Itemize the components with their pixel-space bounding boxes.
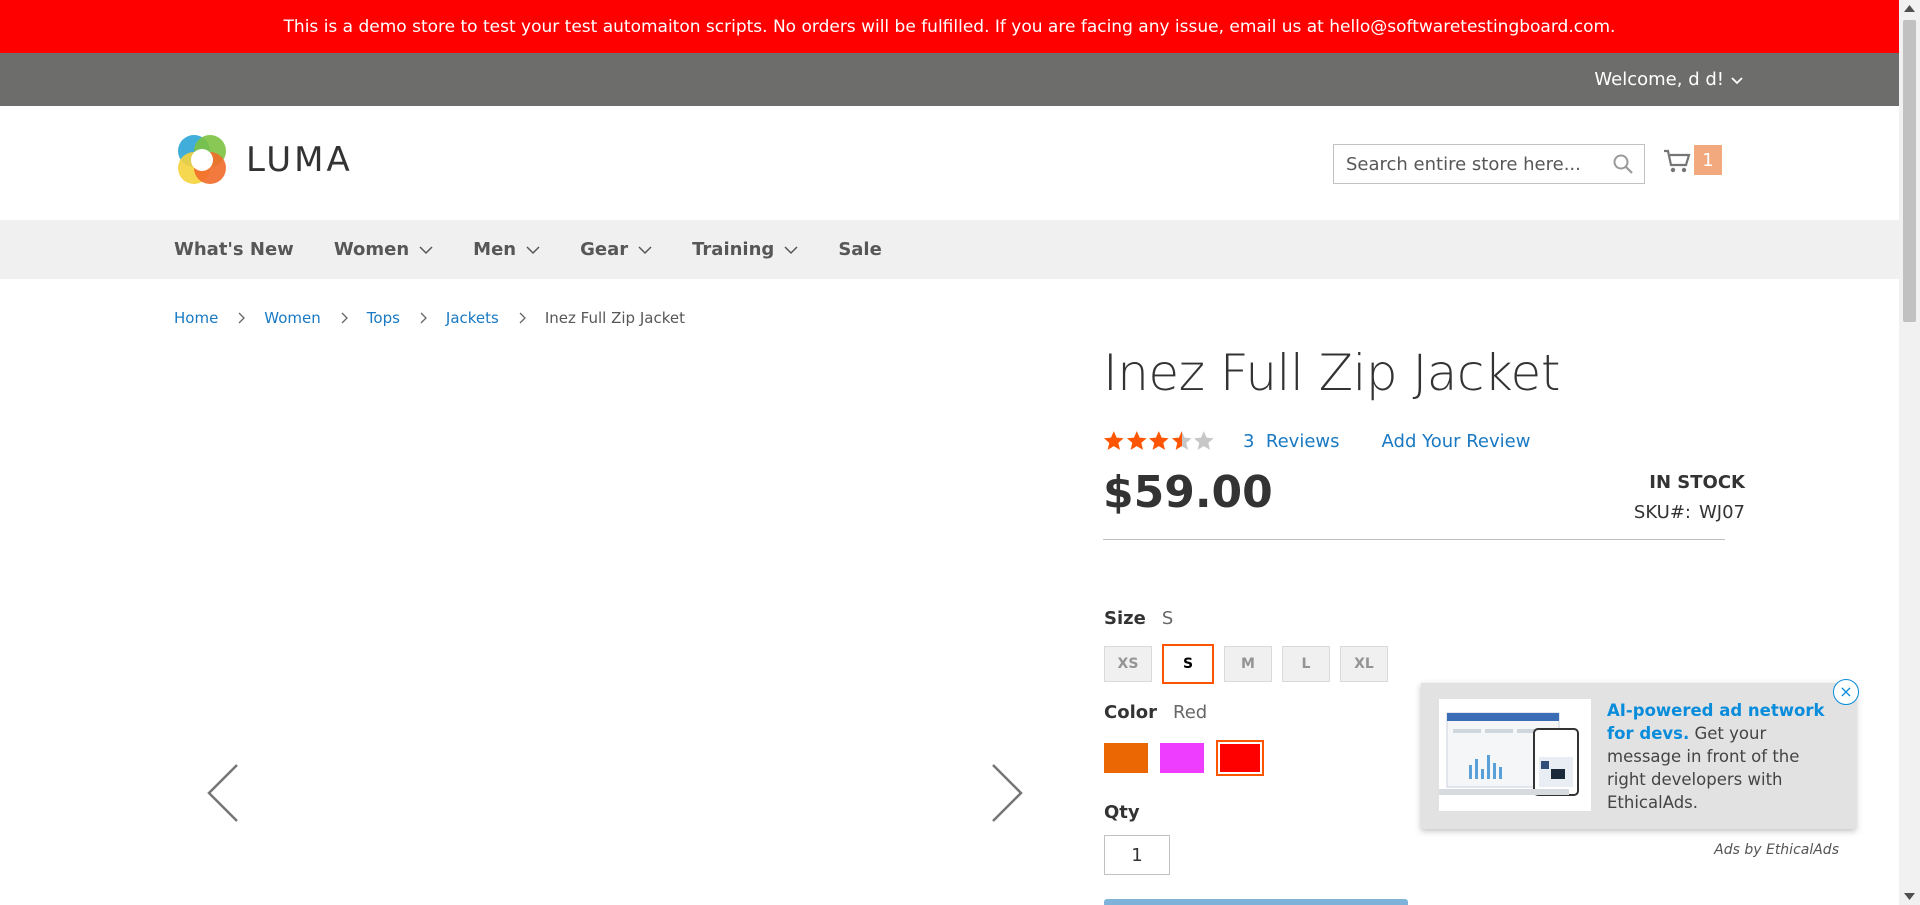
- chevron-right-icon: [341, 312, 348, 324]
- star-icon: [1126, 431, 1147, 450]
- luma-logo-icon: [178, 135, 226, 184]
- size-label: Size: [1104, 608, 1146, 629]
- chevron-down-icon: [419, 245, 433, 254]
- size-swatch-xs[interactable]: XS: [1104, 646, 1152, 682]
- color-selected-value: Red: [1173, 702, 1208, 723]
- chevron-right-icon: [519, 312, 526, 324]
- nav-item-women[interactable]: Women: [334, 239, 433, 260]
- breadcrumb-women[interactable]: Women: [264, 309, 320, 327]
- nav-item-label: Men: [473, 239, 517, 260]
- minicart[interactable]: 1: [1662, 145, 1722, 175]
- scroll-thumb[interactable]: [1903, 20, 1916, 322]
- ad-image[interactable]: [1439, 699, 1591, 811]
- site-header: LUMA 1: [0, 106, 1899, 220]
- page-scrollbar[interactable]: [1899, 0, 1920, 905]
- color-option-label: Color Red: [1104, 702, 1207, 723]
- chevron-down-icon: [638, 245, 652, 254]
- sku-value: WJ07: [1698, 502, 1745, 523]
- color-swatch-orange[interactable]: [1104, 743, 1148, 773]
- scroll-up-arrow-icon[interactable]: [1904, 4, 1915, 12]
- cart-count-badge: 1: [1694, 145, 1722, 175]
- size-option-label: Size S: [1104, 608, 1173, 629]
- divider: [1103, 539, 1725, 540]
- search-input[interactable]: [1334, 146, 1612, 182]
- chevron-down-icon: [526, 245, 540, 254]
- demo-store-banner: This is a demo store to test your test a…: [0, 0, 1899, 53]
- reviews-count: 3: [1243, 430, 1255, 452]
- nav-item-label: Women: [333, 239, 410, 260]
- add-to-cart-button[interactable]: [1104, 899, 1408, 905]
- welcome-text: Welcome, d d!: [1594, 69, 1724, 90]
- panel-header: Welcome, d d!: [0, 53, 1899, 106]
- size-selected-value: S: [1161, 608, 1174, 629]
- qty-input[interactable]: [1104, 835, 1170, 875]
- ad-text[interactable]: AI-powered ad network for devs. Get your…: [1607, 699, 1843, 814]
- product-sku: SKU#: WJ07: [1634, 502, 1745, 523]
- nav-item-label: What's New: [174, 239, 294, 260]
- rating-stars: [1103, 430, 1215, 452]
- nav-item-label: Gear: [580, 239, 629, 260]
- cart-icon[interactable]: [1662, 145, 1692, 175]
- color-swatch-purple[interactable]: [1160, 743, 1204, 773]
- nav-item-gear[interactable]: Gear: [580, 239, 652, 260]
- search-icon[interactable]: [1612, 153, 1634, 175]
- color-swatches: [1104, 740, 1264, 776]
- star-icon: [1103, 431, 1124, 450]
- color-label: Color: [1104, 702, 1157, 723]
- star-icon: [1171, 431, 1192, 450]
- scroll-down-arrow-icon[interactable]: [1904, 893, 1915, 901]
- size-swatches: XS S M L XL: [1104, 644, 1388, 684]
- nav-item-label: Training: [692, 239, 775, 260]
- size-swatch-s[interactable]: S: [1162, 644, 1214, 684]
- nav-item-whats-new[interactable]: What's New: [174, 239, 294, 260]
- nav-list: What's New Women Men Gear Training Sale: [174, 220, 922, 279]
- breadcrumb-home[interactable]: Home: [174, 309, 218, 327]
- chevron-down-icon: [784, 245, 798, 254]
- chevron-down-icon[interactable]: [1730, 73, 1744, 87]
- product-price: $59.00: [1103, 467, 1273, 518]
- customer-welcome-menu[interactable]: Welcome, d d!: [1594, 53, 1744, 106]
- product-rating: 3 Reviews Add Your Review: [1103, 430, 1530, 452]
- reviews-link[interactable]: 3 Reviews: [1243, 431, 1340, 452]
- star-icon: [1149, 431, 1169, 450]
- star-icon: [1194, 431, 1214, 450]
- ethical-ad[interactable]: AI-powered ad network for devs. Get your…: [1421, 683, 1856, 829]
- nav-item-training[interactable]: Training: [692, 239, 798, 260]
- size-swatch-l[interactable]: L: [1282, 646, 1330, 682]
- qty-label: Qty: [1104, 802, 1140, 823]
- breadcrumb-current: Inez Full Zip Jacket: [544, 309, 685, 327]
- main-navigation: What's New Women Men Gear Training Sale: [0, 220, 1899, 279]
- nav-item-sale[interactable]: Sale: [838, 239, 882, 260]
- breadcrumb: Home Women Tops Jackets Inez Full Zip Ja…: [174, 309, 685, 327]
- product-title: Inez Full Zip Jacket: [1103, 344, 1560, 402]
- demo-banner-text: This is a demo store to test your test a…: [283, 16, 1616, 37]
- ad-attribution[interactable]: Ads by EthicalAds: [1714, 842, 1839, 858]
- reviews-word: Reviews: [1265, 430, 1340, 452]
- search-box: [1333, 144, 1645, 184]
- size-swatch-xl[interactable]: XL: [1340, 646, 1388, 682]
- sku-label: SKU#:: [1633, 502, 1691, 523]
- nav-item-men[interactable]: Men: [473, 239, 540, 260]
- stock-status: In stock: [1649, 472, 1745, 493]
- nav-item-label: Sale: [838, 239, 882, 260]
- color-swatch-red[interactable]: [1216, 740, 1264, 776]
- color-swatch-fill: [1220, 744, 1260, 772]
- breadcrumb-jackets[interactable]: Jackets: [446, 309, 499, 327]
- size-swatch-m[interactable]: M: [1224, 646, 1272, 682]
- add-review-link[interactable]: Add Your Review: [1382, 431, 1531, 452]
- ad-close-button[interactable]: ×: [1833, 679, 1859, 705]
- chevron-right-icon: [420, 312, 427, 324]
- gallery-next-arrow-icon[interactable]: [987, 762, 1027, 824]
- gallery-prev-arrow-icon[interactable]: [203, 762, 243, 824]
- chevron-right-icon: [238, 312, 246, 324]
- luma-logo[interactable]: LUMA: [174, 132, 353, 188]
- breadcrumb-tops[interactable]: Tops: [367, 309, 400, 327]
- logo-text: LUMA: [246, 140, 353, 180]
